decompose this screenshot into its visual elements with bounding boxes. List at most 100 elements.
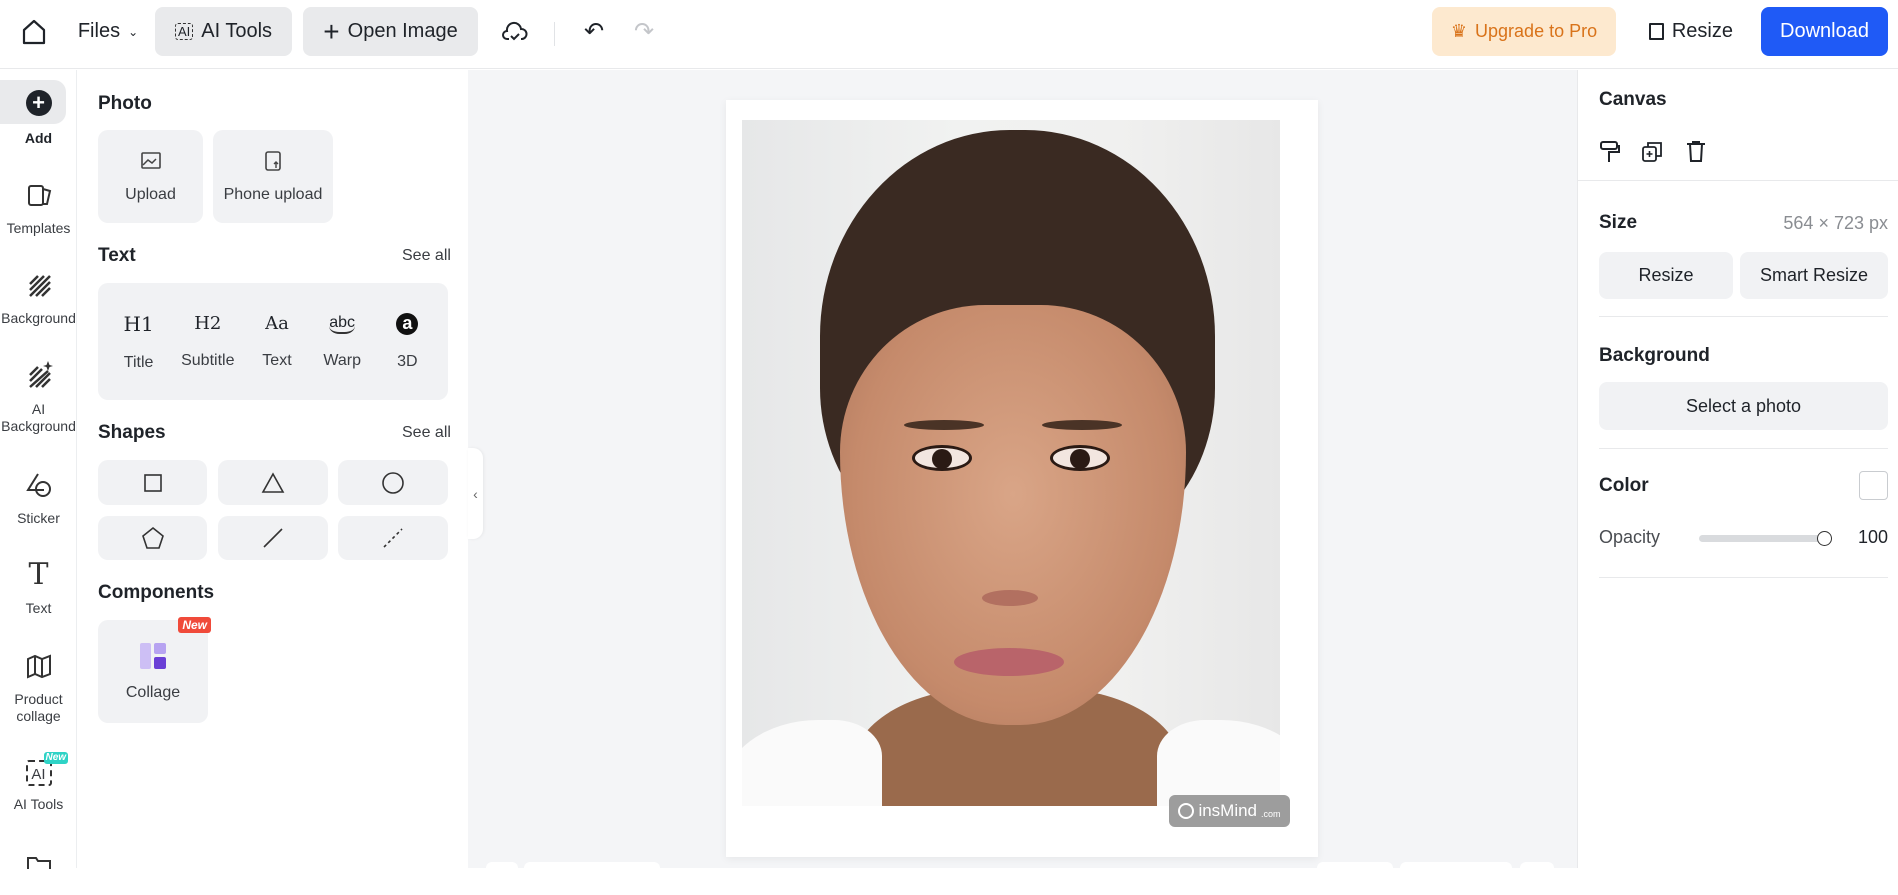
rail-item-add[interactable]: + Add (0, 90, 77, 147)
download-button[interactable]: Download (1761, 7, 1888, 56)
select-photo-button[interactable]: Select a photo (1599, 382, 1888, 430)
zoom-toolbar-button[interactable] (486, 862, 518, 872)
rail-label: AI Background (1, 401, 76, 434)
rail-item-ai-tools[interactable]: AI New AI Tools (0, 752, 77, 813)
shape-line[interactable] (218, 516, 328, 560)
shapes-heading: Shapes (98, 422, 166, 443)
circle-icon (382, 471, 404, 494)
home-icon (22, 19, 46, 44)
collapse-panel-handle[interactable]: ‹ (468, 448, 483, 539)
rail-item-text[interactable]: T Text (0, 560, 77, 617)
eye-right (1050, 445, 1110, 471)
rail-label: Background (1, 310, 76, 326)
photo-heading: Photo (98, 93, 152, 114)
download-label: Download (1780, 20, 1869, 42)
watermark-suffix: .com (1261, 809, 1281, 819)
bottom-toolbar-button[interactable] (1400, 862, 1512, 872)
left-rail: + Add Templates Background AI Background… (0, 70, 77, 869)
upgrade-label: Upgrade to Pro (1475, 21, 1598, 41)
bottom-toolbar-button[interactable] (1317, 862, 1393, 872)
map-icon (24, 651, 54, 681)
text-preset-title[interactable]: H1 Title (108, 312, 170, 372)
paint-roller-button[interactable] (1599, 140, 1621, 169)
resize-button[interactable]: Resize (1649, 7, 1733, 56)
ai-tools-button[interactable]: AI AI Tools (155, 7, 292, 56)
h2-icon: H2 (194, 313, 222, 334)
square-icon (143, 473, 162, 492)
open-image-button[interactable]: + Open Image (303, 7, 478, 56)
shape-circle[interactable] (338, 460, 448, 505)
undo-button[interactable]: ↶ (580, 7, 608, 56)
rail-item-sticker[interactable]: Sticker (0, 470, 77, 527)
paint-roller-icon (1600, 141, 1620, 162)
shape-square[interactable] (98, 460, 207, 505)
pentagon-icon (141, 526, 164, 549)
divider (554, 22, 555, 46)
shirt-right (1157, 720, 1280, 806)
portrait-photo[interactable] (742, 120, 1280, 806)
opacity-slider[interactable] (1699, 531, 1832, 546)
rail-item-ai-background[interactable]: AI Background (0, 361, 77, 435)
brow-left (904, 420, 984, 430)
duplicate-icon (1642, 142, 1662, 162)
upload-label: Upload (125, 185, 176, 203)
rail-item-product-collage[interactable]: Product collage (0, 651, 77, 725)
files-menu[interactable]: Files ⌄ (74, 7, 142, 56)
line-icon (263, 528, 283, 548)
text-preset-subtitle[interactable]: H2 Subtitle (173, 313, 243, 370)
background-heading: Background (1599, 345, 1710, 366)
smart-resize-button[interactable]: Smart Resize (1740, 252, 1888, 299)
cloud-check-icon (502, 21, 528, 40)
text-preset-text[interactable]: Aa Text (246, 313, 308, 370)
canvas-page[interactable]: insMind .com (726, 100, 1318, 857)
shape-pentagon[interactable] (98, 516, 207, 560)
warp-icon: abc (329, 314, 356, 334)
color-swatch[interactable] (1859, 471, 1888, 500)
top-bar: Files ⌄ AI AI Tools + Open Image ↶ ↷ ♛ U… (0, 0, 1898, 69)
watermark: insMind .com (1169, 795, 1290, 827)
shirt-left (742, 720, 882, 806)
new-badge: New (178, 617, 211, 633)
triangle-icon (261, 471, 285, 493)
text-see-all-link[interactable]: See all (402, 247, 451, 265)
color-heading: Color (1599, 475, 1649, 496)
duplicate-button[interactable] (1641, 140, 1663, 169)
canvas-heading: Canvas (1599, 89, 1667, 110)
properties-panel: Canvas Size 564 × 723 px Resize Smart Re… (1577, 70, 1898, 868)
rail-item-background[interactable]: Background (0, 270, 77, 327)
open-image-label: Open Image (347, 20, 458, 42)
text-preset-3d[interactable]: a 3D (376, 312, 438, 371)
shapes-see-all-link[interactable]: See all (402, 424, 451, 442)
collage-tile[interactable]: Collage New (98, 617, 211, 723)
text-preset-warp[interactable]: abc Warp (311, 314, 373, 370)
collage-label: Collage (125, 683, 181, 701)
lips (954, 648, 1064, 676)
preset-label: Warp (323, 351, 361, 369)
shape-dashed-line[interactable] (338, 516, 448, 560)
opacity-slider-handle[interactable] (1817, 531, 1832, 546)
home-button[interactable] (14, 7, 54, 56)
watermark-text: insMind (1198, 801, 1258, 820)
crown-icon: ♛ (1450, 21, 1468, 41)
shape-triangle[interactable] (218, 460, 328, 505)
delete-button[interactable] (1685, 140, 1707, 169)
rail-label: Product collage (14, 691, 63, 724)
rail-label: AI Tools (13, 796, 64, 812)
upload-tile[interactable]: Upload (98, 130, 203, 223)
components-heading: Components (98, 582, 215, 603)
redo-button[interactable]: ↷ (630, 7, 658, 56)
zoom-toolbar[interactable] (524, 862, 660, 872)
upgrade-button[interactable]: ♛ Upgrade to Pro (1432, 7, 1616, 56)
size-resize-button[interactable]: Resize (1599, 252, 1733, 299)
text-presets: H1 Title H2 Subtitle Aa Text abc Warp a … (98, 283, 448, 400)
bottom-toolbar-button[interactable] (1520, 862, 1554, 872)
rail-label: Sticker (17, 510, 60, 526)
rail-item-templates[interactable]: Templates (0, 180, 77, 237)
preset-label: 3D (397, 352, 418, 370)
ai-icon: AI (174, 23, 194, 40)
rail-item-uploads[interactable] (0, 855, 77, 895)
phone-upload-tile[interactable]: Phone upload (213, 130, 333, 223)
cloud-save-button[interactable] (498, 7, 532, 56)
opacity-label: Opacity (1599, 527, 1661, 547)
dashed-line-icon (383, 528, 403, 548)
